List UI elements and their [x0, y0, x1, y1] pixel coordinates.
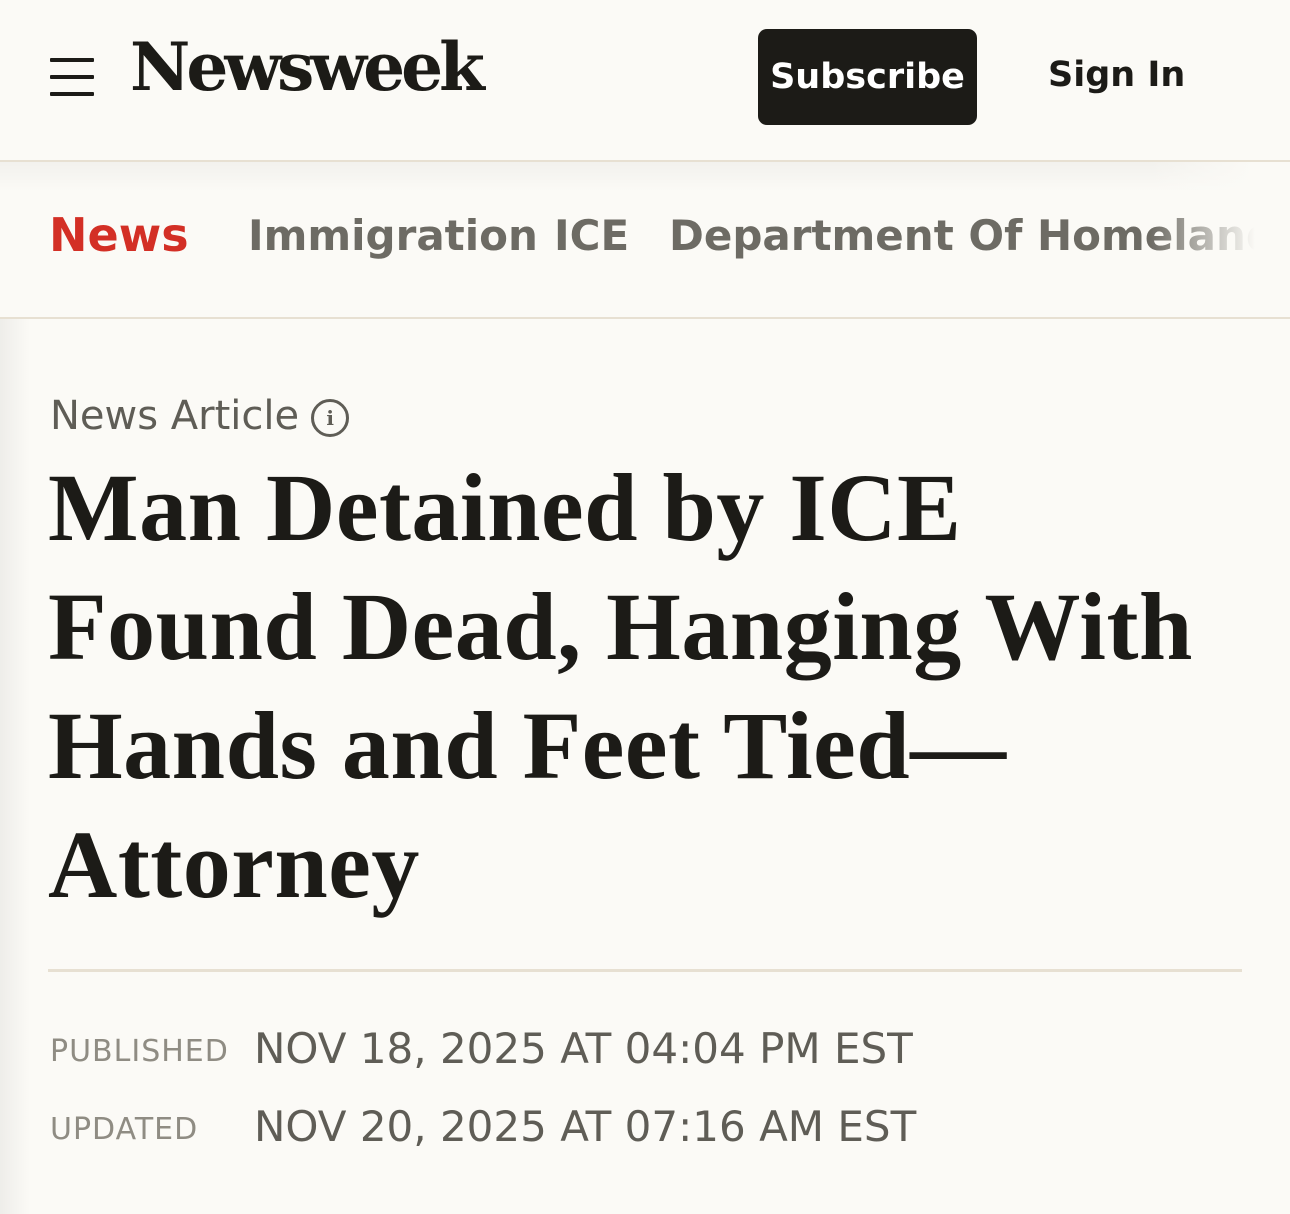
nav-item-dhs[interactable]: Department Of Homeland Security — [669, 211, 1290, 260]
published-label: PUBLISHED — [50, 1034, 229, 1069]
headline-divider — [48, 969, 1242, 972]
updated-label: UPDATED — [50, 1112, 199, 1147]
menu-bar-top — [50, 58, 94, 62]
menu-bar-bottom — [50, 92, 94, 96]
hamburger-menu-icon[interactable] — [50, 58, 94, 96]
published-date: NOV 18, 2025 AT 04:04 PM EST — [254, 1024, 913, 1073]
headline-line: Found Dead, Hanging With — [48, 573, 1193, 680]
nav-item-ice[interactable]: ICE — [554, 211, 629, 260]
article-headline: Man Detained by ICE Found Dead, Hanging … — [48, 448, 1248, 924]
info-icon[interactable]: i — [311, 399, 350, 437]
nav-item-news[interactable]: News — [49, 208, 189, 262]
headline-line: Man Detained by ICE — [48, 454, 962, 561]
newsweek-logo[interactable]: Newsweek — [130, 34, 485, 100]
nav-item-immigration[interactable]: Immigration — [248, 211, 538, 260]
subscribe-button[interactable]: Subscribe — [758, 29, 977, 125]
topic-nav: News Immigration ICE Department Of Homel… — [0, 162, 1290, 319]
menu-bar-middle — [50, 75, 94, 79]
article-type-label: News Article — [50, 393, 300, 439]
headline-line: Hands and Feet Tied— — [48, 692, 1007, 799]
updated-date: NOV 20, 2025 AT 07:16 AM EST — [254, 1102, 917, 1151]
headline-line: Attorney — [48, 811, 420, 918]
sign-in-link[interactable]: Sign In — [1048, 55, 1185, 95]
site-header: Newsweek Subscribe Sign In — [0, 0, 1290, 162]
article-type-row: News Article i — [50, 393, 350, 439]
